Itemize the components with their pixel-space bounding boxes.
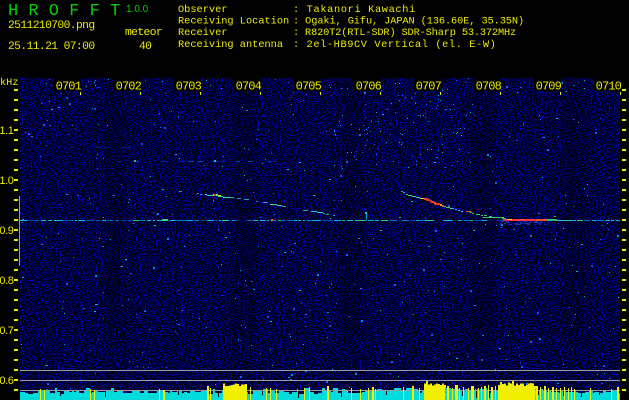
svg-text:kHz: kHz <box>0 77 19 89</box>
svg-text:: Takanori Kawachi: : Takanori Kawachi <box>293 4 416 16</box>
svg-text:: R820T2(RTL-SDR) SDR-Sharp 53: : R820T2(RTL-SDR) SDR-Sharp 53.372MHz <box>293 27 516 39</box>
svg-text:2511210700.png: 2511210700.png <box>8 20 95 32</box>
svg-text:0710: 0710 <box>596 80 622 94</box>
svg-text:0707: 0707 <box>416 80 442 94</box>
svg-text:0706: 0706 <box>356 80 382 94</box>
svg-text:0709: 0709 <box>536 80 562 94</box>
svg-text:meteor: meteor <box>125 27 162 39</box>
svg-text:Receiving antenna: Receiving antenna <box>178 39 283 51</box>
svg-text:Receiving Location: Receiving Location <box>178 16 289 28</box>
svg-text:25.11.21 07:00: 25.11.21 07:00 <box>8 41 95 53</box>
svg-text:0701: 0701 <box>56 80 82 94</box>
svg-text:0708: 0708 <box>476 80 502 94</box>
svg-text:1.0.0: 1.0.0 <box>126 4 149 15</box>
svg-text:: 2el-HB9CV Vertical (el. E-W): : 2el-HB9CV Vertical (el. E-W) <box>293 39 496 51</box>
svg-text:0705: 0705 <box>296 80 322 94</box>
svg-text:Observer: Observer <box>178 4 227 16</box>
svg-text:0703: 0703 <box>176 80 202 94</box>
svg-text:: Ogaki, Gifu, JAPAN (136.60E,: : Ogaki, Gifu, JAPAN (136.60E, 35.35N) <box>293 16 524 28</box>
svg-text:40: 40 <box>139 41 152 53</box>
svg-text:Receiver: Receiver <box>178 27 227 39</box>
svg-text:0704: 0704 <box>236 80 262 94</box>
svg-text:0702: 0702 <box>116 80 142 94</box>
svg-text:0.6: 0.6 <box>0 375 14 387</box>
svg-text:H R O F F T: H R O F F T <box>8 2 120 21</box>
svg-text:0.7: 0.7 <box>0 325 14 337</box>
svg-text:0.9: 0.9 <box>0 225 14 237</box>
svg-text:1.1: 1.1 <box>0 125 14 137</box>
svg-text:1.0: 1.0 <box>0 175 14 187</box>
svg-text:0.8: 0.8 <box>0 275 14 287</box>
